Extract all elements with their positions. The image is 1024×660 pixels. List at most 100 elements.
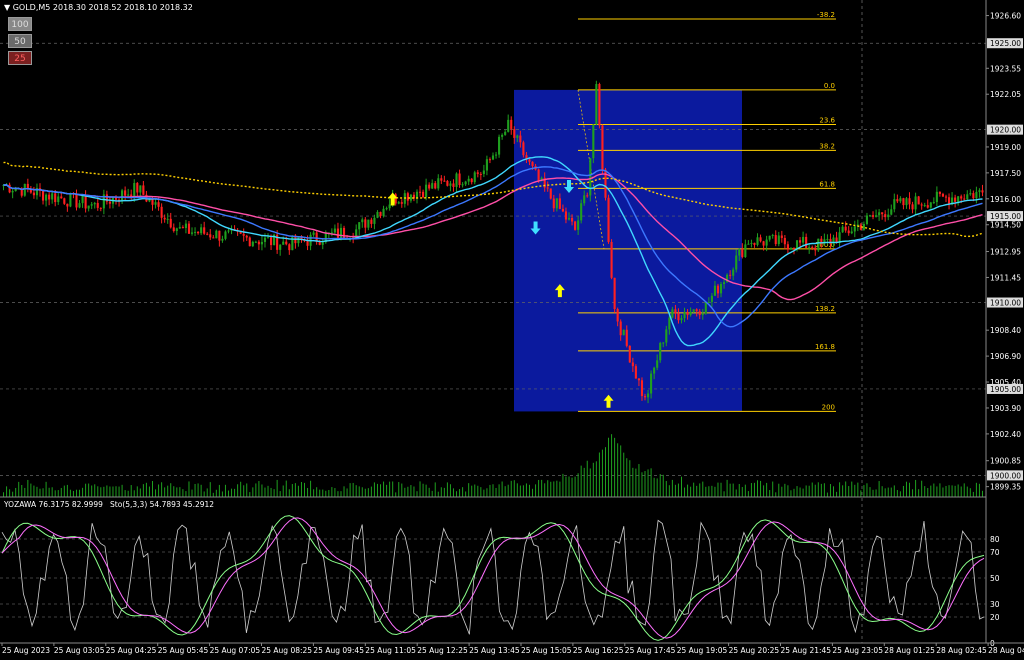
zoom-50-button[interactable]: 50 — [8, 34, 32, 48]
candle-body — [616, 309, 619, 322]
candle-body — [850, 231, 853, 234]
candle-body — [969, 193, 972, 195]
candle-body — [382, 208, 385, 216]
candle-body — [242, 233, 245, 236]
candle-body — [248, 237, 251, 247]
candle-body — [254, 241, 257, 243]
candle-body — [680, 318, 683, 321]
candle-body — [169, 218, 172, 228]
candle-body — [136, 183, 139, 193]
candle-body — [808, 246, 811, 248]
candle-body — [780, 235, 783, 238]
candle-body — [108, 201, 111, 204]
candle-body — [361, 219, 364, 223]
candle-body — [51, 193, 54, 200]
candle-body — [224, 231, 227, 239]
price-tick-label: 1908.40 — [990, 326, 1021, 335]
candle-body — [972, 193, 975, 199]
price-highlight-label: 1925.00 — [990, 39, 1021, 48]
candle-body — [8, 184, 11, 193]
time-tick-label: 25 Aug 03:05 — [54, 646, 105, 655]
candle-body — [592, 124, 595, 159]
candle-body — [66, 203, 69, 207]
candle-body — [476, 172, 479, 174]
candle-body — [291, 235, 294, 251]
candle-body — [32, 192, 35, 196]
time-tick-label: 25 Aug 07:05 — [210, 646, 261, 655]
candle-body — [683, 312, 686, 319]
chart-area[interactable]: -38.2 0.0 23.6 38.2 61.8 100.0 138.2 161.8 200 19… — [0, 0, 1024, 656]
candle-body — [531, 161, 534, 166]
candle-body — [777, 235, 780, 245]
candle-body — [674, 309, 677, 314]
candle-body — [63, 198, 66, 204]
candle-body — [704, 302, 707, 314]
candle-body — [577, 220, 580, 230]
candle-body — [908, 198, 911, 205]
candle-body — [799, 240, 802, 243]
time-tick-label: 25 Aug 08:25 — [262, 646, 313, 655]
candle-body — [434, 183, 437, 189]
candle-body — [437, 178, 440, 189]
candle-body — [981, 190, 984, 193]
candle-body — [11, 191, 14, 193]
candle-body — [695, 309, 698, 312]
price-tick-label: 1899.35 — [990, 483, 1021, 492]
candle-body — [817, 238, 820, 251]
candle-body — [181, 227, 184, 229]
candle-body — [251, 241, 254, 247]
price-tick-label: 1917.50 — [990, 169, 1021, 178]
candle-body — [765, 239, 768, 246]
candle-body — [871, 215, 875, 217]
candle-body — [81, 195, 84, 204]
price-chart-svg[interactable]: -38.20.023.638.261.8100.0138.2161.820019… — [0, 0, 1024, 656]
stoch-level-label: 30 — [990, 600, 1000, 609]
candle-body — [643, 396, 647, 398]
candle-body — [653, 367, 656, 374]
price-tick-label: 1902.40 — [990, 430, 1021, 439]
candle-body — [257, 241, 260, 245]
candle-body — [479, 173, 482, 175]
time-tick-label: 25 Aug 15:05 — [521, 646, 572, 655]
candle-body — [875, 215, 878, 217]
candle-body — [212, 237, 215, 239]
price-highlight-label: 1900.00 — [990, 471, 1021, 480]
candle-body — [306, 241, 309, 246]
candle-body — [318, 241, 321, 245]
dropdown-triangle-icon[interactable]: ▼ — [4, 3, 10, 12]
candle-body — [90, 204, 93, 206]
zoom-25-button[interactable]: 25 — [8, 51, 32, 65]
ma-fast-line — [3, 156, 983, 347]
time-tick-label: 25 Aug 2023 — [2, 646, 50, 655]
price-tick-label: 1916.00 — [990, 195, 1021, 204]
candle-body — [646, 393, 650, 398]
yozawa-values: YOZAWA 76.3175 82.9999 — [4, 500, 103, 509]
price-highlight-label: 1905.00 — [990, 385, 1021, 394]
fib-level-label: 38.2 — [819, 142, 835, 150]
time-tick-label: 25 Aug 17:45 — [625, 646, 676, 655]
candle-body — [929, 202, 932, 208]
candle-body — [163, 217, 166, 220]
candle-body — [719, 283, 723, 294]
time-tick-label: 25 Aug 21:45 — [781, 646, 832, 655]
candle-body — [175, 228, 178, 232]
candle-body — [279, 244, 282, 250]
candle-body — [537, 169, 540, 181]
candle-body — [321, 242, 324, 245]
zoom-100-button[interactable]: 100 — [8, 17, 32, 31]
candle-body — [586, 195, 589, 197]
candle-body — [440, 178, 443, 181]
candle-body — [811, 246, 814, 248]
fib-level-label: 23.6 — [819, 116, 835, 124]
candle-body — [379, 211, 382, 216]
time-tick-label: 25 Aug 04:25 — [106, 646, 157, 655]
fib-level-label: 61.8 — [819, 180, 835, 188]
candle-body — [768, 235, 771, 240]
candle-body — [96, 203, 99, 208]
candle-body — [631, 362, 634, 367]
price-tick-label: 1926.60 — [990, 12, 1021, 21]
candle-body — [269, 237, 273, 246]
candle-body — [935, 191, 938, 203]
candle-body — [443, 180, 446, 182]
price-tick-label: 1914.50 — [990, 221, 1021, 230]
